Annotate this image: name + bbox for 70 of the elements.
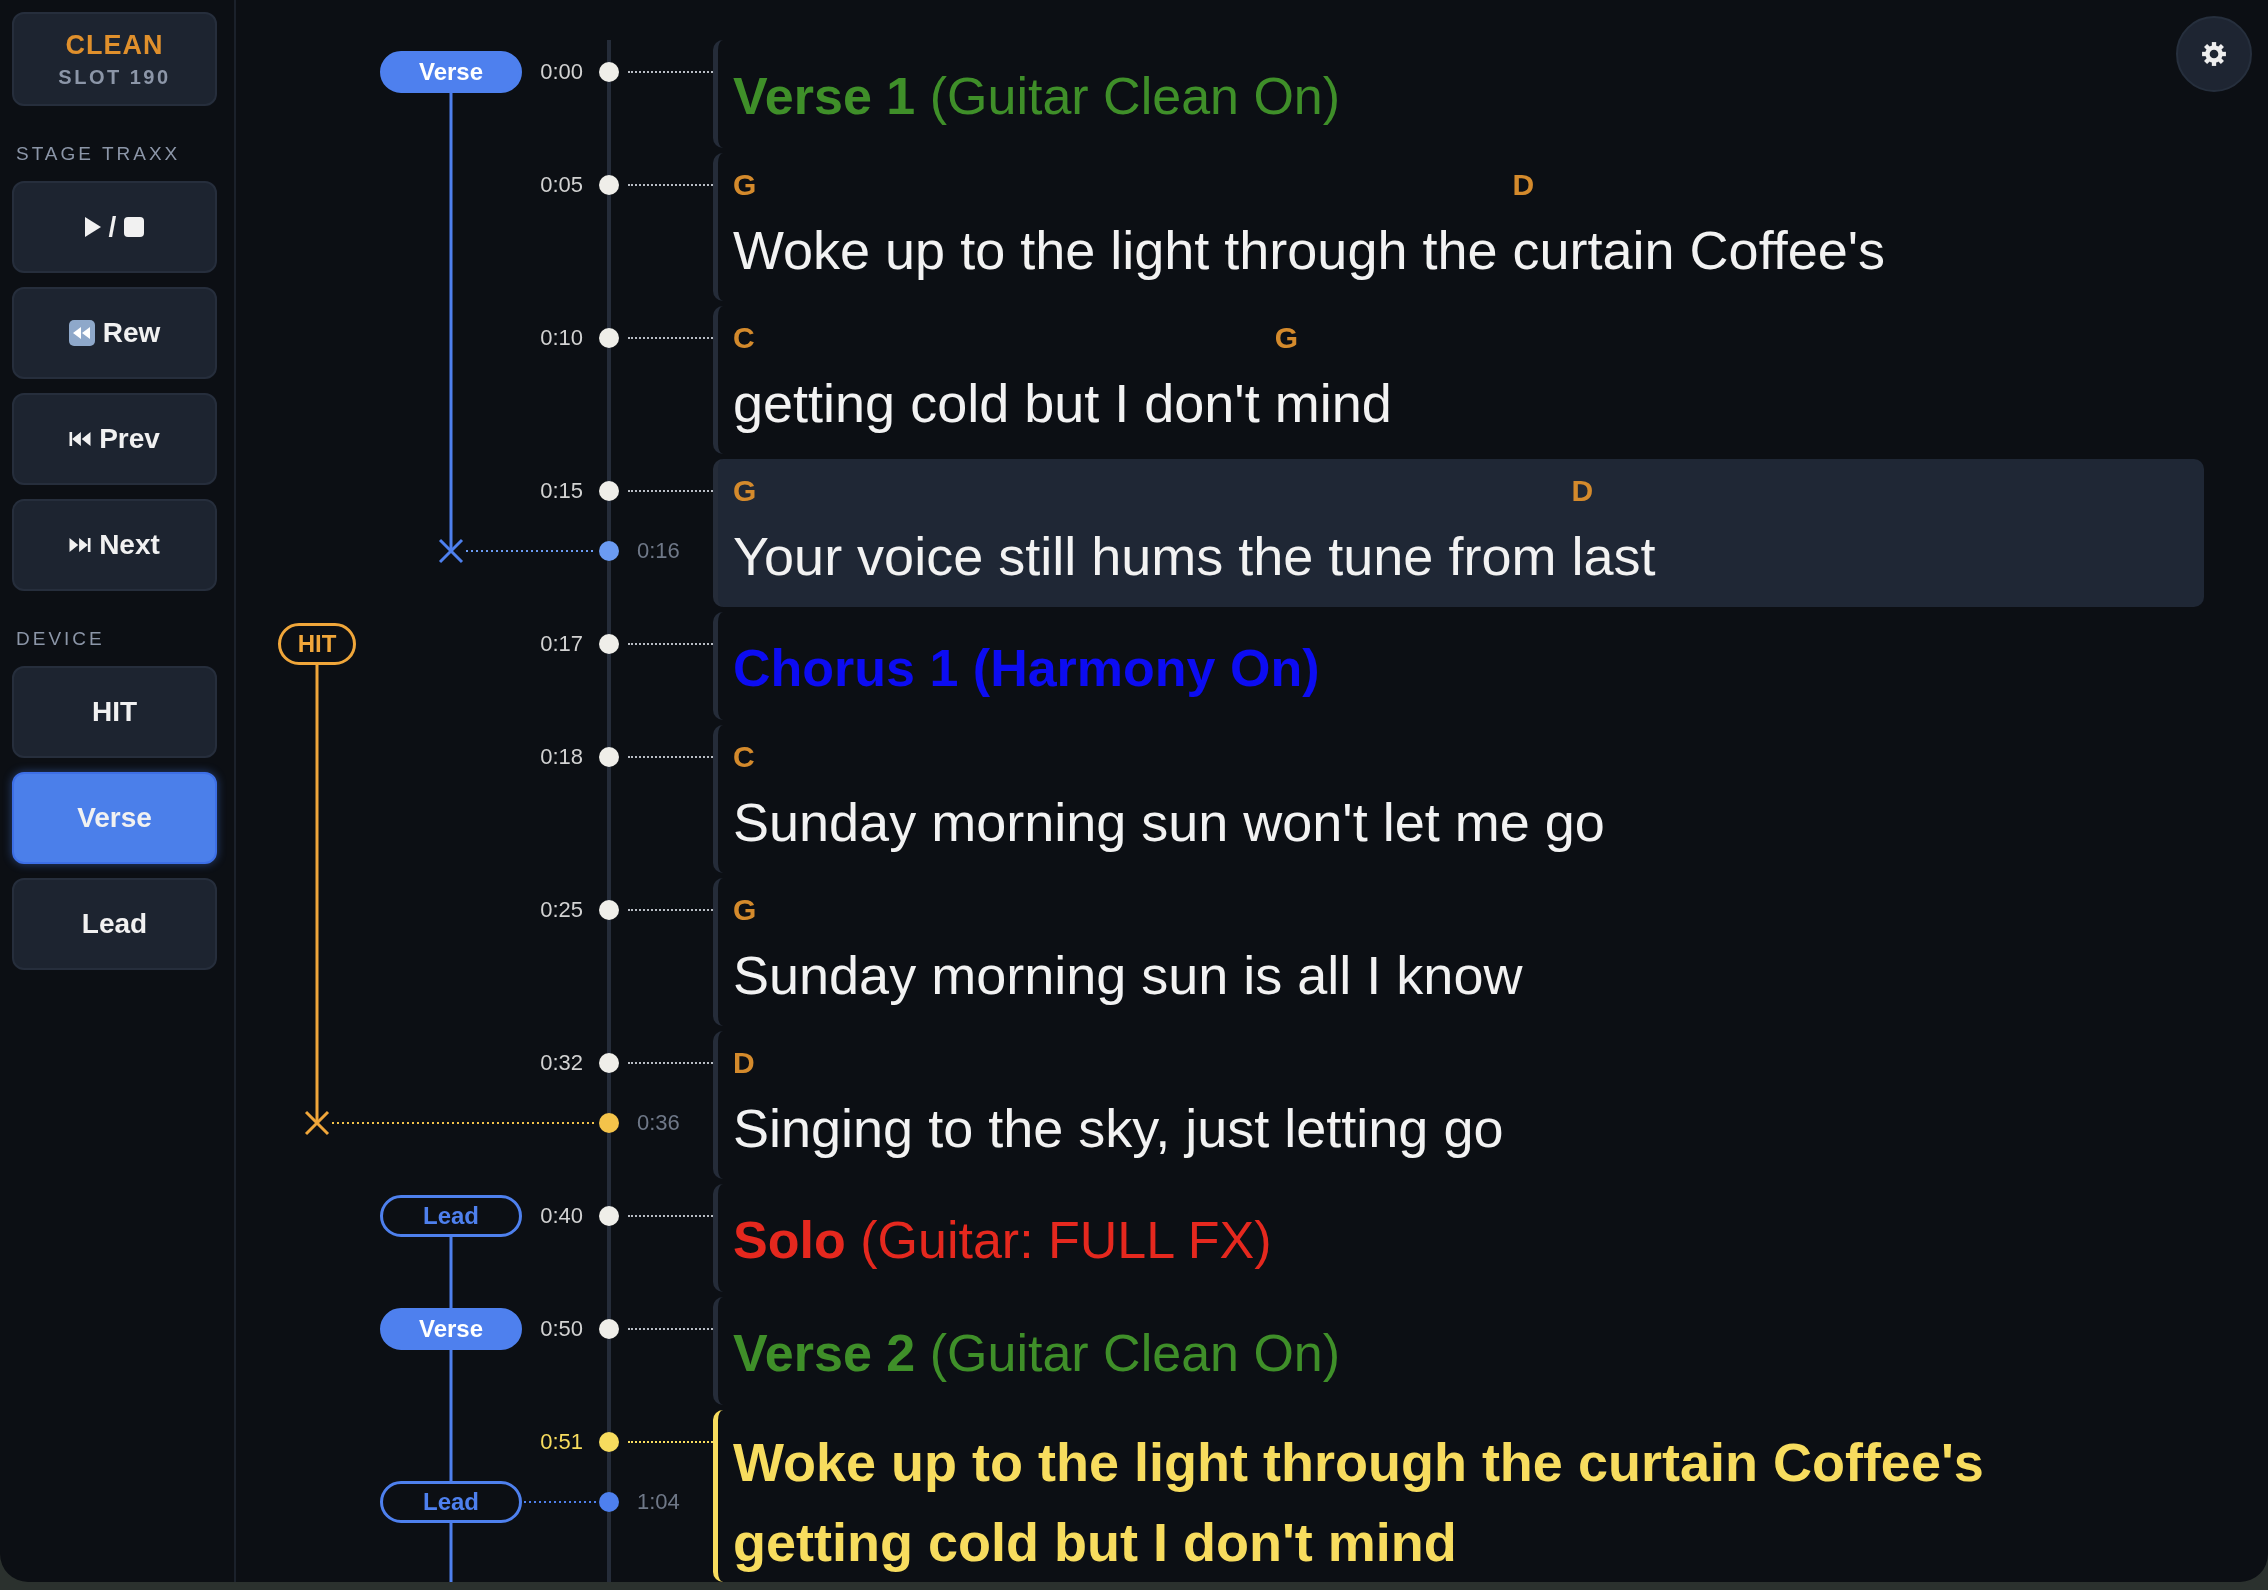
chord-label: G [733,473,757,509]
time-label: 0:18 [540,744,583,770]
time-label: 1:04 [637,1489,680,1515]
lyric-card[interactable]: C Sunday morning sun won't let me go [713,725,1625,873]
time-label: 0:25 [540,897,583,923]
time-label: 0:10 [540,325,583,351]
time-label: 0:50 [540,1316,583,1342]
skip-forward-icon [69,538,92,552]
section-label: STAGE TRAXX [15,143,182,165]
time-label: 0:05 [540,172,583,198]
rewind-icon [68,320,95,346]
rewind-button[interactable]: Rew [12,287,217,379]
lyric-line: getting cold but I don't mind [733,372,1392,435]
section-heading: Verse 2 (Guitar Clean On) [733,1323,1341,1384]
lyric-line: Woke up to the light through the curtain Coffee's [733,219,1886,282]
cue-tag: HIT [278,623,356,665]
mode-button[interactable]: HIT [12,666,217,758]
previous-button[interactable]: Prev [12,393,217,485]
settings-icon [2201,41,2227,67]
cue-line [449,1237,453,1308]
chord-label: D [733,1045,755,1081]
section-card[interactable]: Verse 2 (Guitar Clean On) [713,1297,1361,1405]
preset-name: CLEAN [65,29,164,61]
time-label: 0:36 [637,1110,680,1136]
lyric-line: Sunday morning sun is all I know [733,944,1523,1007]
lyric-line: Singing to the sky, just letting go [733,1097,1504,1160]
lyric-card[interactable]: G D Woke up to the light through the curtain Coffee's [713,153,1906,301]
chord-label: C [733,320,755,356]
cue-line [449,1523,453,1582]
time-label: 0:40 [540,1203,583,1229]
cue-tag: Verse [380,51,522,93]
lyric-card[interactable]: G Sunday morning sun is all I know [713,878,1543,1026]
lyric-line: Sunday morning sun won't let me go [733,791,1605,854]
lyric-card[interactable]: Woke up to the light through the curtain Coffee's getting cold but I don't mind [713,1410,2004,1582]
play-icon [84,217,101,237]
section-heading: Chorus 1 (Harmony On) [733,638,1320,699]
lyric-line: getting cold but I don't mind [733,1511,1458,1574]
lyric-line: Your voice still hums the tune from last [733,525,1657,588]
section-card[interactable]: Verse 1 (Guitar Clean On) [713,40,1361,148]
lyric-card[interactable]: D Singing to the sky, just letting go [713,1031,1524,1179]
section-card[interactable]: Solo (Guitar: FULL FX) [713,1184,1292,1292]
play-stop-button[interactable]: / [12,181,217,273]
section-heading: Verse 1 (Guitar Clean On) [733,66,1341,127]
time-label: 0:16 [637,538,680,564]
lyric-line: Woke up to the light through the curtain Coffee's [733,1431,1984,1494]
chord-label: D [1571,473,1594,509]
section-heading: Solo (Guitar: FULL FX) [733,1210,1272,1271]
lyric-card[interactable]: C G getting cold but I don't mind [713,306,1412,454]
chord-label: G [1274,320,1299,356]
section-label: DEVICE [15,628,106,650]
chord-label: C [733,739,755,775]
chord-label: D [1512,167,1535,203]
cross-icon [304,1110,330,1136]
chord-label: G [733,892,757,928]
time-label: 0:00 [540,59,583,85]
stop-icon [124,217,145,237]
time-label: 0:15 [540,478,583,504]
next-button[interactable]: Next [12,499,217,591]
lyric-card[interactable]: G D Your voice still hums the tune from last [713,459,2204,607]
chord-label: G [733,167,757,203]
skip-back-icon [69,432,92,446]
mode-button[interactable]: Lead [12,878,217,970]
cross-icon [438,538,464,564]
time-label: 0:51 [540,1429,583,1455]
cue-tag: Lead [380,1481,522,1523]
cue-tag: Verse [380,1308,522,1350]
time-label: 0:17 [540,631,583,657]
time-label: 0:32 [540,1050,583,1076]
slot-label: SLOT 190 [58,65,171,89]
cue-tag: Lead [380,1195,522,1237]
